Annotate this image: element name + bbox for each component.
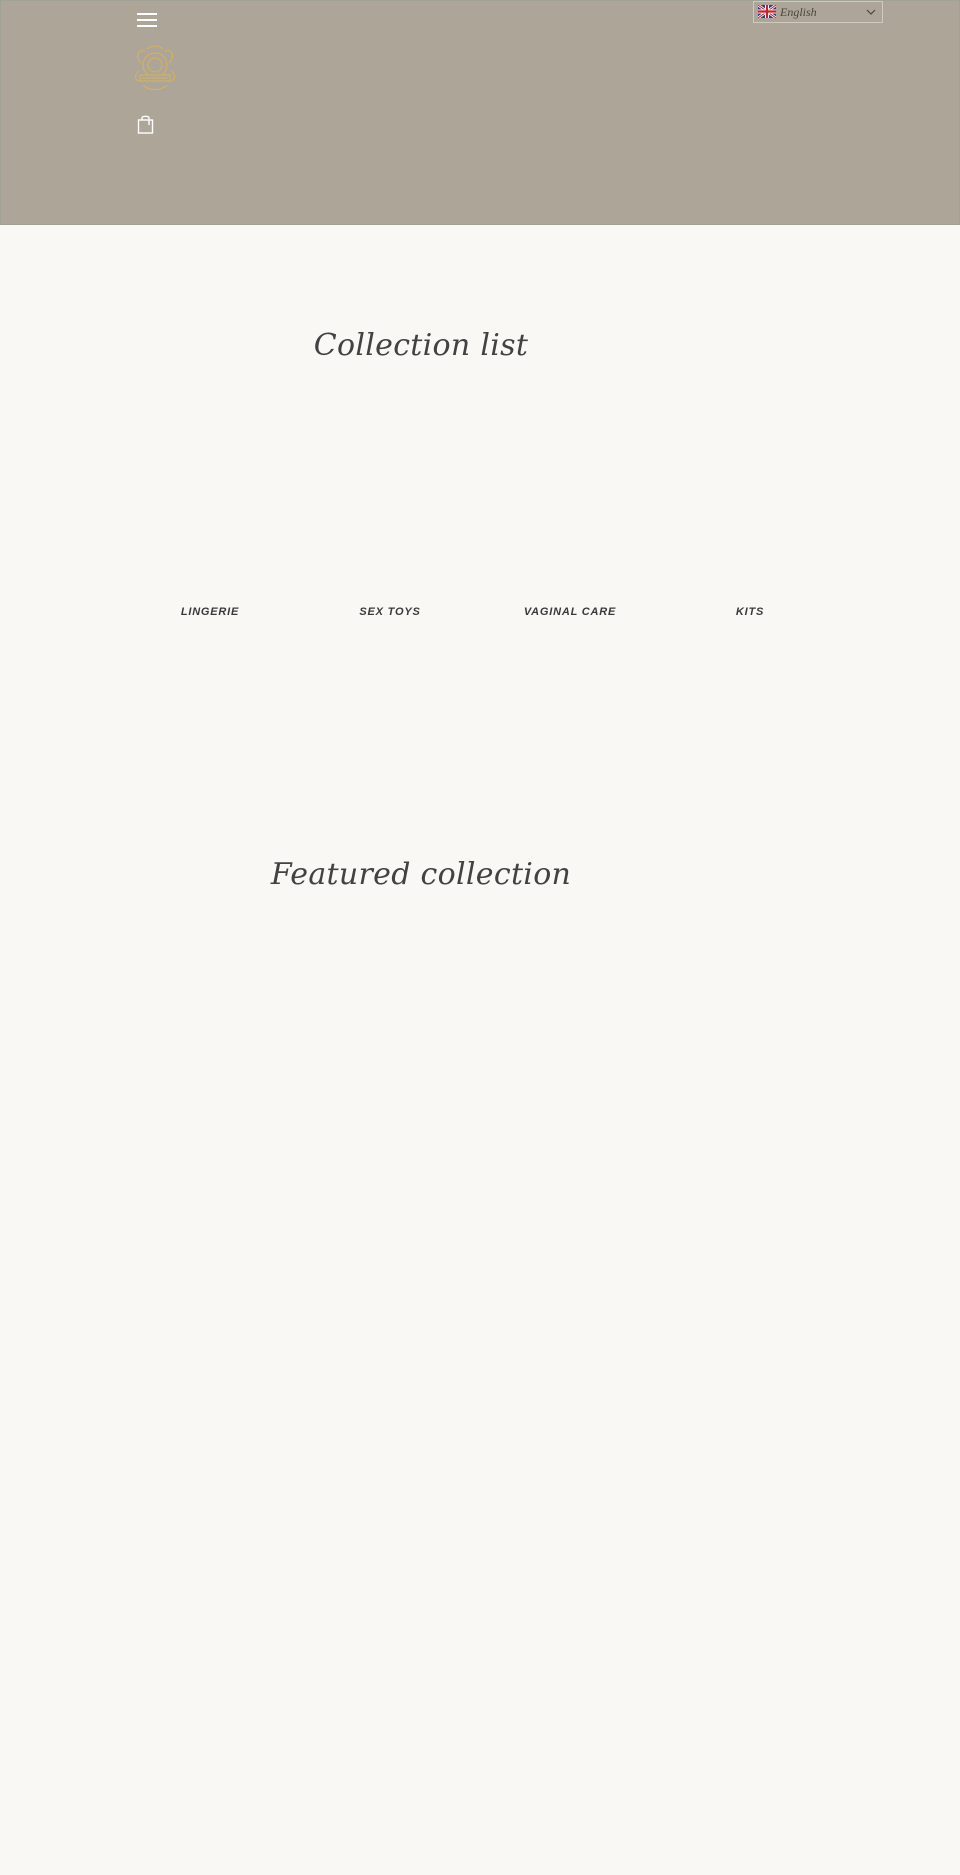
hamburger-line [137,25,157,27]
language-selector[interactable]: English [753,1,883,23]
header-banner [0,0,960,225]
collection-link-kits[interactable]: KITS [660,606,840,618]
shopping-bag-icon[interactable] [137,114,154,134]
menu-button[interactable] [137,10,157,28]
featured-collection-title: Featured collection [270,857,572,892]
collection-link-lingerie[interactable]: LINGERIE [120,606,300,618]
logo-crest-icon[interactable] [127,41,183,97]
uk-flag-icon [758,5,776,18]
hamburger-line [137,19,157,21]
collection-list-title: Collection list [313,328,529,363]
hamburger-menu-icon [137,13,157,15]
language-label: English [780,5,817,19]
chevron-down-icon [866,9,876,15]
collection-link-sex-toys[interactable]: SEX TOYS [300,606,480,618]
collection-link-vaginal-care[interactable]: VAGINAL CARE [480,606,660,618]
